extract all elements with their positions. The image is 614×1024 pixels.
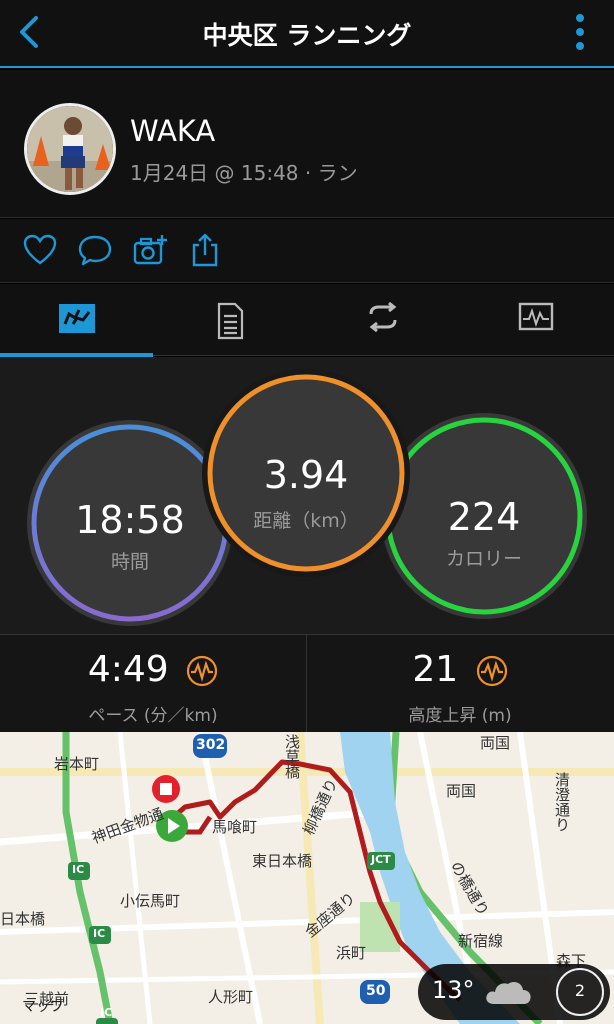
page-title: 中央区 ランニング <box>202 21 412 50</box>
map-label-kodenmacho: 小伝馬町 <box>120 892 181 910</box>
document-icon <box>217 302 243 340</box>
map-label-asakusabashi: 浅草橋 <box>283 734 301 779</box>
map-label-ningyocho: 人形町 <box>208 988 254 1006</box>
map-label-jct: JCT <box>371 853 391 866</box>
overview-icon <box>58 304 95 333</box>
calories-ring: 224 カロリー <box>381 413 587 619</box>
map-label-higashinihonbashi: 東日本橋 <box>252 852 313 870</box>
ic-shield-2: IC <box>93 927 106 940</box>
map-label-shinjuku-line: 新宿線 <box>458 932 504 950</box>
pace-graph-icon <box>187 655 218 687</box>
laps-icon <box>369 302 396 332</box>
elevation-stat[interactable]: 21 高度上昇 (m) <box>307 635 613 733</box>
calories-label: カロリー <box>445 548 522 570</box>
elevation-row: 21 <box>307 649 613 690</box>
weather-badge-number: 2 <box>574 981 586 1000</box>
pace-stat[interactable]: 4:49 ペース (分／km) <box>0 635 306 733</box>
calories-value: 224 <box>447 495 521 539</box>
tab-laps[interactable] <box>306 284 459 356</box>
activity-profile: WAKA 1月24日 @ 15:48 · ラン <box>0 70 614 218</box>
route-302-shield: 302 <box>196 737 226 753</box>
elevation-label: 高度上昇 (m) <box>408 706 512 726</box>
route-map[interactable]: 岩本町 神田金物通 馬喰町 東日本橋 小伝馬町 日本橋 浅草橋 柳橋通り 両国 … <box>0 732 614 1024</box>
more-options-icon[interactable] <box>574 12 586 52</box>
distance-label: 距離（km） <box>253 510 359 532</box>
route-50-shield: 50 <box>366 983 386 999</box>
stats-panel: 18:58 時間 224 カロリー 3.94 距離（km） <box>0 357 614 634</box>
tab-charts[interactable] <box>459 284 612 356</box>
pace-value: 4:49 <box>87 649 169 690</box>
heart-icon[interactable] <box>22 233 58 267</box>
elevation-graph-icon <box>476 655 507 687</box>
secondary-stats: 4:49 ペース (分／km) 21 高度上昇 (m) <box>0 634 614 733</box>
username: WAKA <box>130 114 216 148</box>
map-label-bakurocho: 馬喰町 <box>212 818 258 836</box>
distance-ring: 3.94 距離（km） <box>202 369 410 577</box>
share-icon[interactable] <box>187 233 223 267</box>
activity-tabs <box>0 284 614 357</box>
cloud-icon <box>486 982 531 1004</box>
map-label-ryogoku-1: 両国 <box>480 734 511 752</box>
top-bar: 中央区 ランニング <box>0 0 614 68</box>
map-attribution: マップ <box>22 999 64 1015</box>
map-label-kiyosumi: 清澄通り <box>553 772 571 832</box>
ic-shield-1: IC <box>72 863 85 876</box>
distance-value: 3.94 <box>263 453 349 497</box>
ic-shield-3: IC <box>100 1006 113 1019</box>
action-bar <box>0 219 614 283</box>
weather-badge: 2 <box>556 968 604 1016</box>
avatar[interactable] <box>24 103 116 195</box>
activity-date-type: 1月24日 @ 15:48 · ラン <box>130 161 358 185</box>
map-label-hamacho: 浜町 <box>336 944 367 962</box>
chart-icon <box>518 302 553 331</box>
map-label-nihonbashi: 日本橋 <box>0 910 46 928</box>
add-photo-icon[interactable] <box>132 233 168 267</box>
weather-temp: 13° <box>432 976 475 1004</box>
map-label-iwamotocho: 岩本町 <box>54 755 100 773</box>
tab-overview[interactable] <box>0 284 153 357</box>
map-label-ryogoku-2: 両国 <box>446 782 477 800</box>
weather-widget[interactable]: 13° 2 <box>418 964 610 1020</box>
comment-icon[interactable] <box>77 233 113 267</box>
elevation-value: 21 <box>412 649 459 690</box>
pace-label: ペース (分／km) <box>88 706 218 726</box>
tab-details[interactable] <box>153 284 306 356</box>
pace-row: 4:49 <box>0 649 306 690</box>
